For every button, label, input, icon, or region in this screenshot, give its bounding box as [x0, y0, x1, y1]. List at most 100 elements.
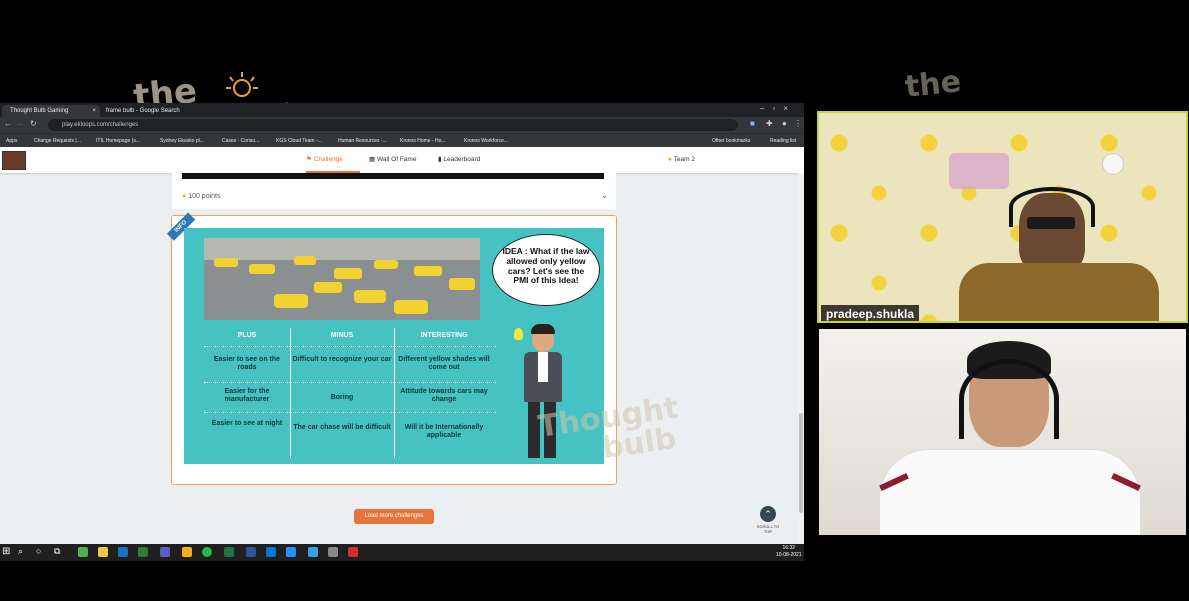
- forward-icon[interactable]: →: [16, 119, 24, 128]
- close-icon[interactable]: ×: [783, 104, 796, 113]
- watermark-logo-right: the: [903, 64, 963, 105]
- clock-time: 16:32: [782, 545, 796, 551]
- teams-icon[interactable]: [160, 547, 170, 557]
- bookmark-other[interactable]: Other bookmarks: [712, 134, 750, 148]
- bar-chart-icon: ▮: [438, 156, 442, 163]
- clock-date: 10-08-2021: [776, 552, 802, 558]
- window-controls[interactable]: –▫×: [760, 104, 796, 113]
- file-explorer-icon[interactable]: [98, 547, 108, 557]
- url-text: play.ekloops.com/challenges: [62, 122, 139, 128]
- participant-video-tile-speaking[interactable]: pradeep.shukla: [817, 111, 1188, 323]
- table-cell: Different yellow shades will come out: [398, 356, 490, 372]
- search-icon[interactable]: ⌕: [18, 546, 23, 557]
- previous-challenge-card: ● 100 points ⌄: [172, 173, 616, 209]
- bookmark-item[interactable]: KGS Cloud Team -...: [276, 134, 322, 148]
- app-icon[interactable]: [328, 547, 338, 557]
- table-cell: Attitude towards cars may change: [400, 388, 488, 404]
- browser-tab[interactable]: frame bulb - Google Search: [98, 105, 196, 117]
- participant-name: pradeep.shukla: [821, 305, 920, 321]
- task-view-icon[interactable]: ⧉: [54, 546, 60, 557]
- back-icon[interactable]: ←: [4, 119, 12, 128]
- table-cell: Easier for the manufacturer: [224, 388, 270, 404]
- table-cell: Boring: [330, 394, 354, 401]
- scroll-to-top-button[interactable]: ⌃ SCROLL TO TOP: [753, 506, 783, 534]
- column-header-plus: PLUS: [237, 332, 257, 339]
- man-shirt: [538, 352, 548, 382]
- word-icon[interactable]: [246, 547, 256, 557]
- reload-icon[interactable]: ↻: [30, 119, 37, 128]
- puzzle-icon[interactable]: ✚: [766, 119, 773, 128]
- tab-leaderboard[interactable]: ▮ Leaderboard: [438, 147, 498, 173]
- team-label: Team 2: [673, 156, 695, 163]
- shared-screen: Thought Bulb Gaming × frame bulb - Googl…: [0, 103, 804, 561]
- arrow-up-icon: ⌃: [760, 506, 776, 522]
- app-icon[interactable]: [308, 547, 318, 557]
- scroll-to-top-label: SCROLL TO TOP: [756, 524, 780, 534]
- man-hair: [531, 324, 555, 334]
- column-header-minus: MINUS: [330, 332, 354, 339]
- profile-icon[interactable]: ●: [782, 119, 787, 128]
- wall-clock: [1102, 153, 1124, 175]
- bookmark-apps[interactable]: Apps: [6, 134, 17, 148]
- tab-leaderboard-label: Leaderboard: [443, 156, 481, 163]
- bookmark-item[interactable]: Cases - Conso...: [222, 134, 259, 148]
- menu-icon[interactable]: ⋮: [794, 119, 802, 128]
- person-shirt: [959, 263, 1159, 321]
- bookmark-item[interactable]: Sydney Ekosko pl...: [160, 134, 204, 148]
- bookmark-item[interactable]: Human Resources -...: [338, 134, 387, 148]
- table-cell: Easier to see on the roads: [213, 356, 281, 372]
- decoration-letters: [949, 153, 1009, 189]
- team-selector[interactable]: ● Team 2: [668, 147, 718, 173]
- lightbulb-icon: [226, 72, 258, 97]
- maximize-icon[interactable]: ▫: [772, 104, 783, 113]
- outlook-icon[interactable]: [118, 547, 128, 557]
- spotify-icon[interactable]: [202, 547, 212, 557]
- tab-wall-of-fame[interactable]: ▦ Wall Of Fame: [369, 147, 429, 173]
- tab-title: Thought Bulb Gaming: [10, 108, 69, 114]
- person-shirt: [879, 449, 1141, 535]
- coin-icon: ●: [182, 193, 187, 200]
- participant-video-tile[interactable]: [819, 329, 1186, 535]
- chrome-icon[interactable]: [78, 547, 88, 557]
- zoom-icon[interactable]: [286, 547, 296, 557]
- bookmarks-bar: Apps Change Requests |... ITIL Homepage …: [0, 133, 804, 148]
- table-cell: Easier to see at night: [211, 420, 283, 427]
- bookmark-item[interactable]: Change Requests |...: [34, 134, 81, 148]
- tab-challenge[interactable]: ⚑ Challenge: [306, 147, 360, 173]
- acrobat-icon[interactable]: [348, 547, 358, 557]
- extension-icon[interactable]: ■: [750, 119, 755, 128]
- bookmark-reading-list[interactable]: Reading list: [770, 134, 796, 148]
- excel-icon-2[interactable]: [224, 547, 234, 557]
- challenge-feed: ● 100 points ⌄ INFO IDEA: What if the l…: [0, 173, 798, 545]
- scrollbar-thumb[interactable]: [799, 413, 803, 513]
- points-row: ● 100 points: [182, 193, 221, 200]
- table-cell: Will it be Internationally applicable: [404, 424, 484, 440]
- bookmark-item[interactable]: Kronos Home - Ho...: [400, 134, 446, 148]
- onedrive-icon[interactable]: [266, 547, 276, 557]
- chevron-down-icon[interactable]: ⌄: [601, 191, 608, 200]
- headphones-icon: [1009, 187, 1095, 227]
- app-logo[interactable]: [2, 151, 26, 170]
- bookmark-item[interactable]: ITIL Homepage (s...: [96, 134, 140, 148]
- tab-close-icon[interactable]: ×: [92, 105, 96, 117]
- load-more-button[interactable]: Load more challenges: [354, 509, 434, 524]
- windows-start-icon[interactable]: ⊞: [2, 546, 10, 557]
- flag-icon: ⚑: [306, 156, 312, 163]
- cortana-icon[interactable]: ○: [36, 546, 41, 556]
- minimize-icon[interactable]: –: [760, 104, 772, 113]
- browser-tab-active[interactable]: Thought Bulb Gaming ×: [2, 105, 100, 117]
- yellow-cars-photo: [204, 238, 480, 320]
- address-bar[interactable]: play.ekloops.com/challenges: [48, 119, 738, 131]
- bookmark-item[interactable]: Kronos Workforce...: [464, 134, 508, 148]
- challenge-image-bottom: [182, 173, 604, 179]
- taskbar-clock[interactable]: 16:32 10-08-2021: [776, 545, 802, 559]
- sticky-notes-icon[interactable]: [182, 547, 192, 557]
- scrollbar[interactable]: [798, 173, 804, 545]
- tab-challenge-label: Challenge: [313, 156, 343, 163]
- grid-icon: ▦: [369, 156, 376, 163]
- points-label: 100 points: [188, 193, 221, 200]
- excel-icon[interactable]: [138, 547, 148, 557]
- table-cell: The car chase will be difficult: [293, 424, 391, 431]
- watermark-text-the-right: the: [903, 64, 963, 105]
- headphones-icon: [959, 359, 1059, 439]
